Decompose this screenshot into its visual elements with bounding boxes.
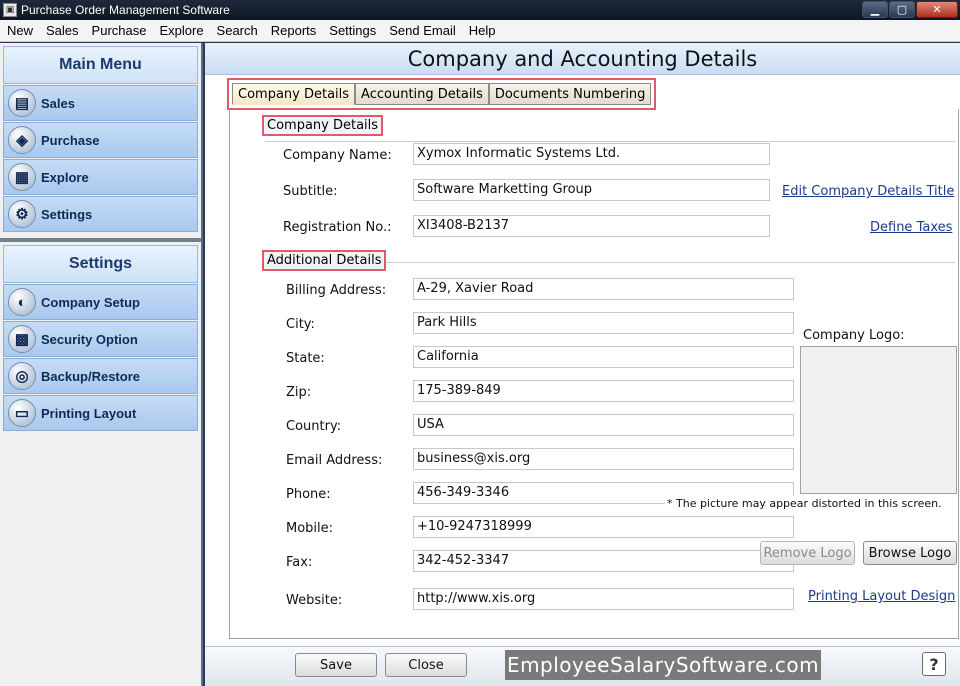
company-name-label: Company Name: — [283, 148, 392, 163]
menu-reports[interactable]: Reports — [265, 23, 323, 38]
sidebar-item-explore[interactable]: ▦ Explore — [3, 159, 198, 195]
sidebar: Main Menu ▤ Sales ◈ Purchase ▦ Explore ⚙… — [0, 43, 203, 686]
maximize-icon[interactable]: ▢ — [889, 1, 915, 18]
watermark: EmployeeSalarySoftware.com — [505, 650, 821, 680]
browse-logo-button[interactable]: Browse Logo — [863, 541, 957, 565]
mobile-field[interactable]: +10-9247318999 — [413, 516, 794, 538]
fax-label: Fax: — [286, 555, 313, 570]
backup-icon: ◎ — [8, 362, 36, 390]
sidebar-item-label: Explore — [41, 169, 89, 185]
window-title: Purchase Order Management Software — [21, 3, 230, 17]
country-field[interactable]: USA — [413, 414, 794, 436]
sidebar-item-settings[interactable]: ⚙ Settings — [3, 196, 198, 232]
subtitle-label: Subtitle: — [283, 184, 338, 199]
menu-help[interactable]: Help — [463, 23, 502, 38]
city-label: City: — [286, 317, 315, 332]
menu-send-email[interactable]: Send Email — [383, 23, 461, 38]
tab-documents-numbering[interactable]: Documents Numbering — [488, 83, 652, 105]
lock-icon: ▩ — [8, 325, 36, 353]
tab-bar: Company Details Accounting Details Docum… — [227, 78, 657, 110]
company-name-field[interactable]: Xymox Informatic Systems Ltd. — [413, 143, 770, 165]
registration-label: Registration No.: — [283, 220, 392, 235]
menu-bar: New Sales Purchase Explore Search Report… — [0, 20, 960, 42]
menu-new[interactable]: New — [1, 23, 39, 38]
settings-title: Settings — [3, 245, 198, 283]
subtitle-field[interactable]: Software Marketting Group — [413, 179, 770, 201]
menu-settings[interactable]: Settings — [323, 23, 382, 38]
help-icon[interactable]: ? — [922, 652, 946, 676]
sidebar-divider — [0, 238, 201, 242]
sidebar-item-label: Security Option — [41, 331, 138, 347]
sidebar-item-label: Sales — [41, 95, 75, 111]
title-bar: ▣ Purchase Order Management Software ▁ ▢… — [0, 0, 960, 20]
printer-icon: ▭ — [8, 399, 36, 427]
country-label: Country: — [286, 419, 342, 434]
billing-address-field[interactable]: A-29, Xavier Road — [413, 278, 794, 300]
sales-chart-icon: ▤ — [8, 89, 36, 117]
edit-company-details-title-link[interactable]: Edit Company Details Title — [782, 184, 954, 199]
state-field[interactable]: California — [413, 346, 794, 368]
menu-search[interactable]: Search — [211, 23, 264, 38]
mobile-label: Mobile: — [286, 521, 334, 536]
define-taxes-link[interactable]: Define Taxes — [870, 220, 952, 235]
sidebar-item-label: Backup/Restore — [41, 368, 140, 384]
company-logo-preview — [800, 346, 957, 494]
sidebar-item-sales[interactable]: ▤ Sales — [3, 85, 198, 121]
logo-distortion-note: * The picture may appear distorted in th… — [665, 496, 944, 511]
printing-layout-design-link[interactable]: Printing Layout Design — [808, 589, 955, 604]
main-panel: Company and Accounting Details Company D… — [205, 43, 960, 686]
window-controls: ▁ ▢ ✕ — [862, 1, 958, 18]
sidebar-item-label: Company Setup — [41, 294, 140, 310]
explore-document-icon: ▦ — [8, 163, 36, 191]
zip-label: Zip: — [286, 385, 312, 400]
sidebar-item-label: Printing Layout — [41, 405, 137, 421]
menu-explore[interactable]: Explore — [153, 23, 209, 38]
sidebar-item-label: Purchase — [41, 132, 100, 148]
tab-accounting-details[interactable]: Accounting Details — [355, 83, 489, 105]
zip-field[interactable]: 175-389-849 — [413, 380, 794, 402]
additional-details-heading: Additional Details — [262, 250, 387, 271]
gear-icon: ⚙ — [8, 200, 36, 228]
email-address-label: Email Address: — [286, 453, 383, 468]
main-menu-title: Main Menu — [3, 46, 198, 84]
page-title: Company and Accounting Details — [205, 43, 960, 75]
email-address-field[interactable]: business@xis.org — [413, 448, 794, 470]
menu-purchase[interactable]: Purchase — [86, 23, 153, 38]
city-field[interactable]: Park Hills — [413, 312, 794, 334]
remove-logo-button[interactable]: Remove Logo — [760, 541, 855, 565]
close-icon[interactable]: ✕ — [916, 1, 958, 18]
sidebar-item-purchase[interactable]: ◈ Purchase — [3, 122, 198, 158]
close-button-label: Close — [408, 657, 444, 673]
sidebar-item-label: Settings — [41, 206, 93, 222]
company-details-heading: Company Details — [262, 115, 384, 136]
company-logo-label: Company Logo: — [803, 328, 905, 343]
sidebar-item-security-option[interactable]: ▩ Security Option — [3, 321, 198, 357]
menu-sales[interactable]: Sales — [40, 23, 85, 38]
section-divider — [265, 141, 955, 142]
minimize-icon[interactable]: ▁ — [862, 1, 888, 18]
sidebar-item-printing-layout[interactable]: ▭ Printing Layout — [3, 395, 198, 431]
registration-field[interactable]: XI3408-B2137 — [413, 215, 770, 237]
website-label: Website: — [286, 593, 343, 608]
purchase-bag-icon: ◈ — [8, 126, 36, 154]
tab-company-details[interactable]: Company Details — [232, 83, 356, 105]
sidebar-item-backup-restore[interactable]: ◎ Backup/Restore — [3, 358, 198, 394]
save-button-label: Save — [320, 657, 352, 673]
close-button[interactable]: Close — [385, 653, 467, 677]
sidebar-item-company-setup[interactable]: ◐ Company Setup — [3, 284, 198, 320]
billing-address-label: Billing Address: — [286, 283, 387, 298]
save-button[interactable]: Save — [295, 653, 377, 677]
company-setup-icon: ◐ — [8, 288, 36, 316]
fax-field[interactable]: 342-452-3347 — [413, 550, 794, 572]
phone-label: Phone: — [286, 487, 331, 502]
website-field[interactable]: http://www.xis.org — [413, 588, 794, 610]
state-label: State: — [286, 351, 325, 366]
app-icon: ▣ — [3, 3, 17, 17]
